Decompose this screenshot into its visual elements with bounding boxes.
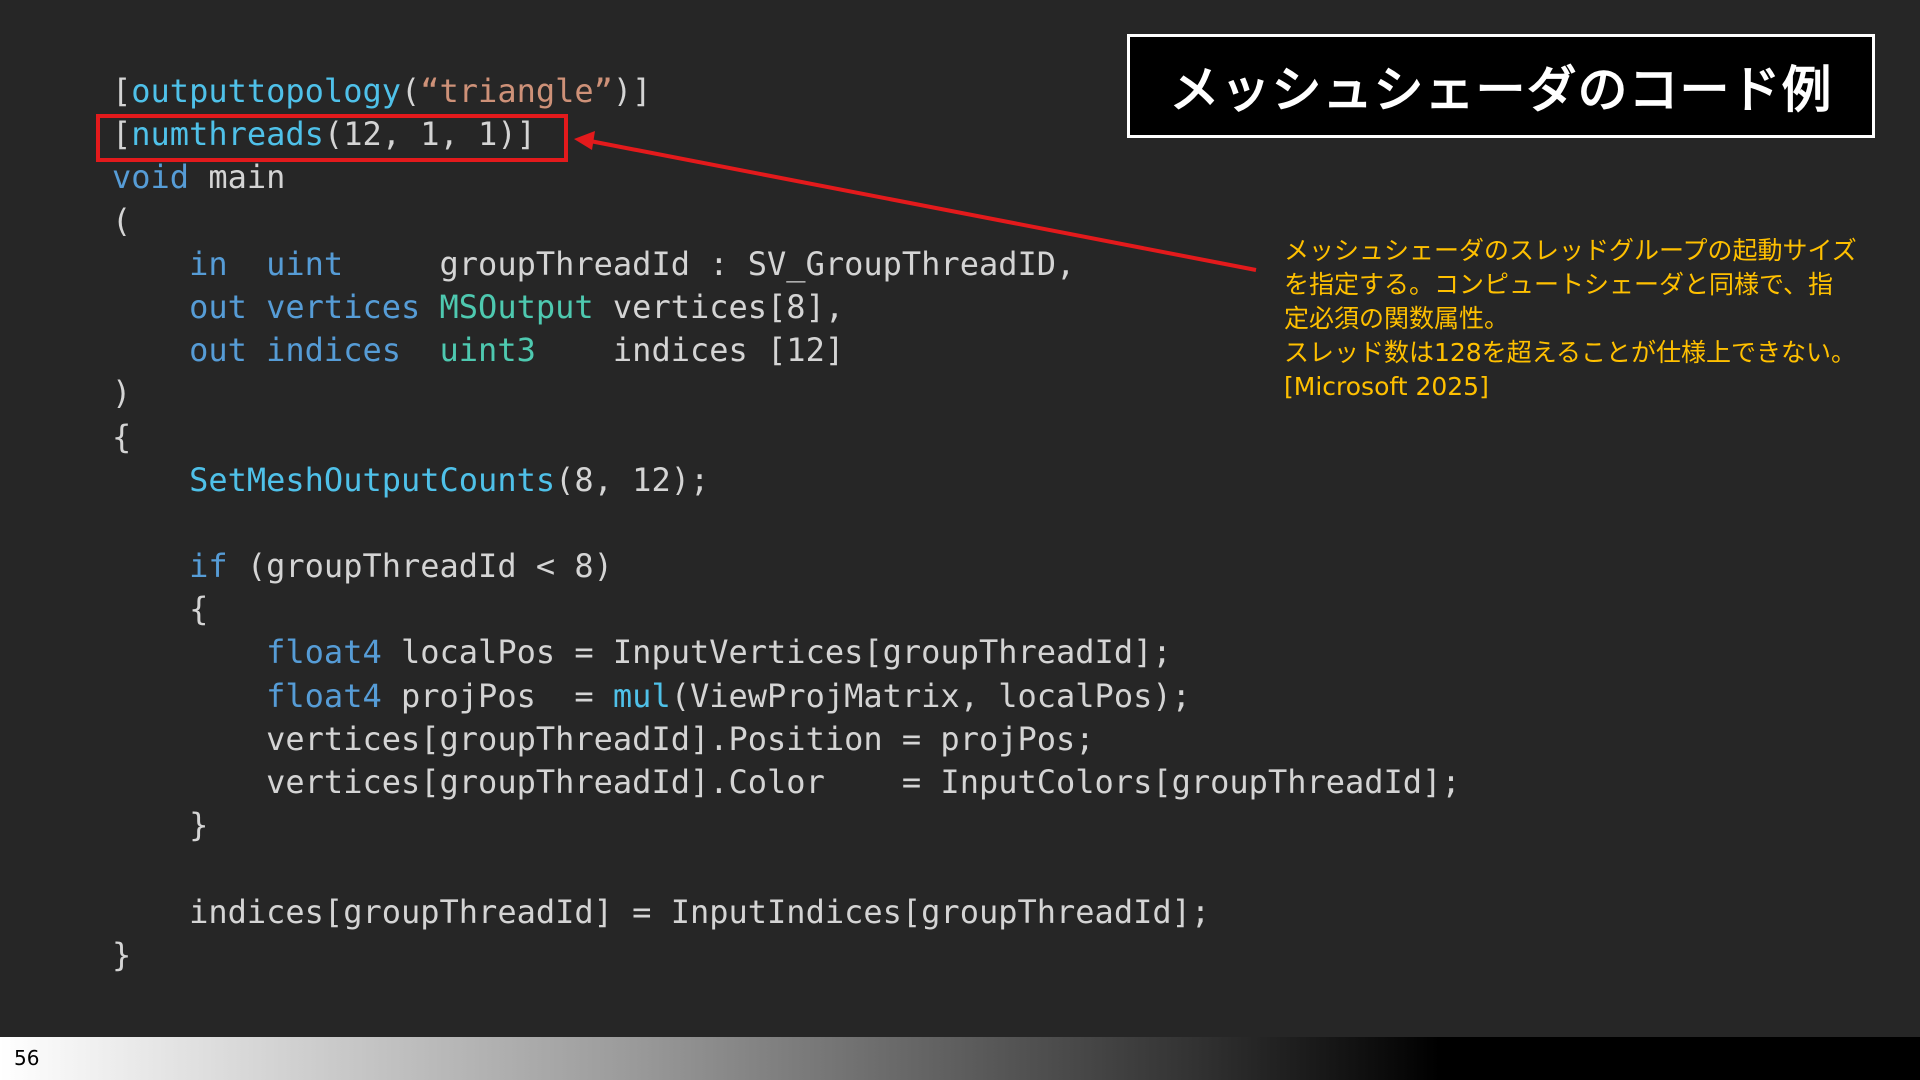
code-token: uint3 (439, 331, 536, 370)
code-token: (groupThreadId < 8) (227, 547, 613, 586)
code-token: ( (112, 201, 132, 240)
annotation-note: メッシュシェーダのスレッドグループの起動サイズ を指定する。コンピュートシェーダと… (1284, 234, 1874, 404)
code-line: ( (112, 200, 1461, 243)
code-token: SetMeshOutputCounts (189, 460, 556, 499)
code-token: (8, 12); (555, 460, 710, 499)
code-line: float4 localPos = InputVertices[groupThr… (112, 631, 1461, 674)
code-token: indices[groupThreadId] = InputIndices[gr… (112, 892, 1211, 931)
code-line: out vertices MSOutput vertices[8], (112, 286, 1461, 329)
code-token: out (189, 331, 247, 370)
code-token: MSOutput (439, 287, 594, 326)
code-line: void main (112, 156, 1461, 199)
code-token: )] (612, 72, 652, 110)
code-token: float4 (266, 676, 382, 715)
note-line: を指定する。コンピュートシェーダと同様で、指 (1284, 270, 1834, 299)
code-token: vertices[8], (593, 287, 845, 326)
code-token: main (189, 158, 286, 197)
code-token: { (112, 590, 209, 629)
code-token: in (189, 244, 228, 283)
slide-title-box: メッシュシェーダのコード例 (1127, 34, 1875, 138)
code-token: uint (266, 244, 344, 283)
code-line: { (112, 416, 1461, 459)
note-line: 定必須の関数属性。 (1284, 304, 1510, 333)
numthreads-highlight-box (96, 114, 568, 162)
note-line: スレッド数は128を超えることが仕様上できない。 (1284, 338, 1856, 367)
code-token: void (112, 158, 190, 197)
code-token: out (189, 287, 247, 326)
code-token: indices [12] (535, 331, 845, 370)
code-token: vertices[groupThreadId].Color = InputCol… (112, 763, 1461, 801)
code-token: ) (112, 374, 132, 413)
code-token: (ViewProjMatrix, localPos); (670, 676, 1191, 715)
code-line: ) (112, 372, 1461, 415)
code-line: { (112, 588, 1461, 631)
code-line: out indices uint3 indices [12] (112, 329, 1461, 372)
code-token: localPos = InputVertices[groupThreadId]; (381, 633, 1172, 672)
code-line: vertices[groupThreadId].Color = InputCol… (112, 761, 1461, 804)
code-token: ( (400, 72, 421, 110)
code-token: “triangle” (420, 72, 613, 110)
code-line: vertices[groupThreadId].Position = projP… (112, 718, 1461, 761)
code-token: } (112, 806, 209, 845)
code-token: indices (266, 331, 401, 370)
code-token: } (112, 935, 132, 974)
code-token: float4 (266, 633, 382, 672)
code-token: groupThreadId : SV_GroupThreadID, (343, 244, 1076, 283)
note-line: メッシュシェーダのスレッドグループの起動サイズ (1284, 236, 1857, 265)
code-line: indices[groupThreadId] = InputIndices[gr… (112, 891, 1461, 934)
code-line: SetMeshOutputCounts(8, 12); (112, 459, 1461, 502)
slide-title: メッシュシェーダのコード例 (1169, 61, 1833, 119)
note-line: [Microsoft 2025] (1284, 372, 1489, 401)
page-number: 56 (14, 1046, 40, 1070)
code-token: [ (112, 72, 132, 110)
code-token: vertices[groupThreadId].Position = projP… (112, 719, 1095, 758)
code-token: mul (612, 676, 671, 715)
code-line: } (112, 804, 1461, 847)
code-line: in uint groupThreadId : SV_GroupThreadID… (112, 243, 1461, 286)
code-line: float4 projPos = mul(ViewProjMatrix, loc… (112, 675, 1461, 718)
code-token: projPos = (381, 676, 613, 715)
code-block: [outputtopology(“triangle”)] [numthreads(… (112, 70, 1461, 977)
code-token: if (189, 547, 228, 586)
footer-bar (0, 1037, 1920, 1080)
code-token: vertices (266, 287, 421, 326)
code-token: { (112, 417, 132, 456)
code-line: if (groupThreadId < 8) (112, 545, 1461, 588)
code-token: outputtopology (131, 72, 401, 110)
code-line: } (112, 934, 1461, 977)
